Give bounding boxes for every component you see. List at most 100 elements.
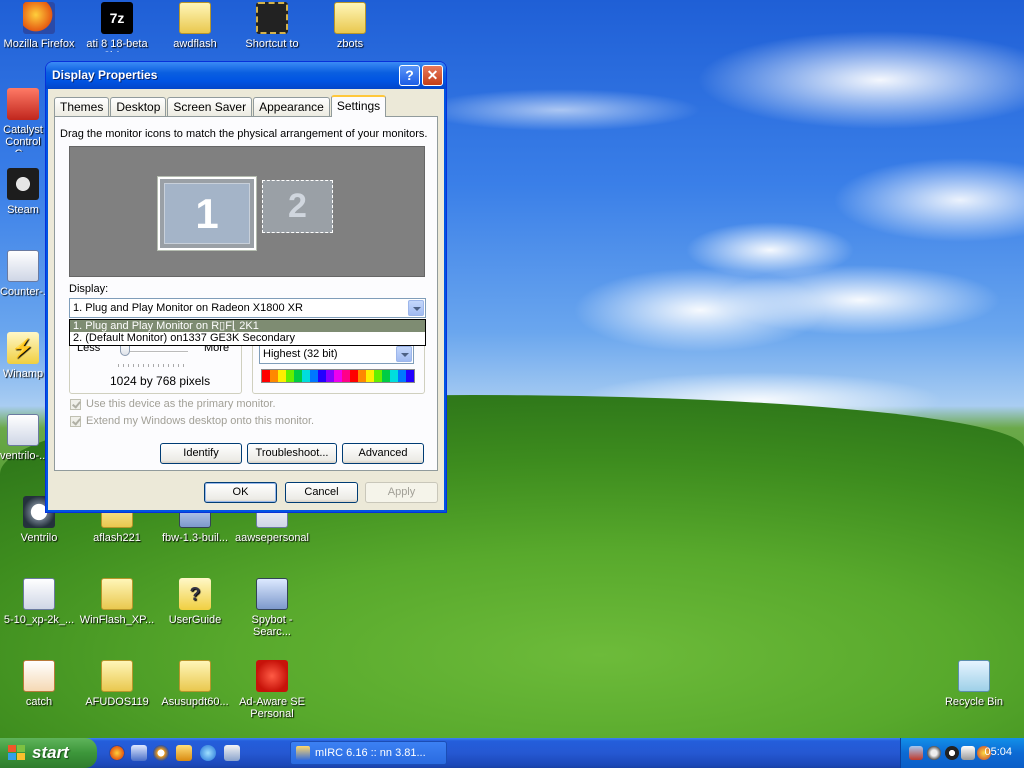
desktop-icon-firefox[interactable]: Mozilla Firefox: [0, 2, 78, 50]
icon-label: Ad-Aware SE Personal: [239, 696, 305, 720]
desktop-icon-zbots[interactable]: zbots: [311, 2, 389, 50]
display-select-value: 1. Plug and Play Monitor on Radeon X1800…: [73, 302, 303, 314]
steam-icon: [7, 168, 39, 200]
dialog-title: Display Properties: [52, 68, 158, 82]
icon-label: fbw-1.3-buil...: [161, 532, 229, 544]
firefox-quicklaunch-icon[interactable]: [109, 745, 125, 761]
firefox-icon: [23, 2, 55, 34]
icon-label: catch: [25, 696, 53, 708]
desktop-icon-afudos[interactable]: AFUDOS119: [78, 660, 156, 708]
icon-label: Asusupdt60...: [161, 696, 229, 708]
advanced-button[interactable]: Advanced: [342, 443, 424, 464]
desktop-icon-winflash[interactable]: WinFlash_XP...: [78, 578, 156, 626]
display-dropdown-list[interactable]: 1. Plug and Play Monitor on R▯F⌊ 2K1 2. …: [69, 319, 426, 346]
recycle-bin-icon: [958, 660, 990, 692]
color-quality-select[interactable]: Highest (32 bit): [259, 344, 414, 364]
tab-settings[interactable]: Settings: [330, 95, 387, 117]
chip-icon: [256, 2, 288, 34]
7zip-archive-icon: 7z: [101, 2, 133, 34]
title-bar[interactable]: Display Properties ? ✕: [46, 62, 446, 89]
zip-folder-icon: [179, 2, 211, 34]
clock: 05:04: [984, 746, 1012, 758]
volume-icon[interactable]: [961, 746, 975, 760]
icon-label: ventrilo-...: [0, 450, 46, 462]
icon-label: aawsepersonal: [235, 532, 309, 544]
icon-label: AFUDOS119: [85, 696, 149, 708]
resolution-value: 1024 by 768 pixels: [110, 374, 211, 388]
extend-desktop-label: Extend my Windows desktop onto this moni…: [86, 415, 315, 427]
zip-folder-icon: [179, 660, 211, 692]
icon-label: Spybot - Searc...: [251, 614, 293, 638]
tab-appearance[interactable]: Appearance: [253, 97, 330, 117]
zip-folder-icon: [101, 578, 133, 610]
cancel-button[interactable]: Cancel: [285, 482, 358, 503]
desktop-icon-asusupdt[interactable]: Asusupdt60...: [156, 660, 234, 708]
tab-themes[interactable]: Themes: [54, 97, 110, 117]
installer-icon: [7, 414, 39, 446]
close-button[interactable]: ✕: [422, 65, 443, 86]
icon-label: Ventrilo: [20, 532, 58, 544]
winamp-quicklaunch-icon[interactable]: [176, 745, 192, 761]
network-icon[interactable]: [909, 746, 923, 760]
help-file-icon: ?: [179, 578, 211, 610]
desktop-icon-catch[interactable]: catch: [0, 660, 78, 708]
icon-label: Catalyst Control C...: [3, 124, 43, 152]
display-option-1[interactable]: 1. Plug and Play Monitor on R▯F⌊ 2K1: [70, 320, 425, 332]
primary-monitor-label: Use this device as the primary monitor.: [86, 398, 276, 410]
monitor-1[interactable]: 1: [157, 176, 257, 251]
ati-tray-icon[interactable]: [927, 746, 941, 760]
desktop-icon-catalyst[interactable]: Catalyst Control C...: [0, 88, 46, 152]
desktop-icon-spybot[interactable]: Spybot - Searc...: [233, 578, 311, 642]
display-properties-dialog: Display Properties ? ✕ Themes Desktop Sc…: [45, 61, 447, 513]
icon-label: Counter-...: [0, 286, 46, 298]
start-label: start: [32, 743, 69, 762]
desktop-icon-steam[interactable]: Steam: [0, 168, 46, 216]
monitor-arrangement-area[interactable]: 1 2: [69, 146, 425, 277]
show-desktop-icon[interactable]: [224, 745, 240, 761]
display-select[interactable]: 1. Plug and Play Monitor on Radeon X1800…: [69, 298, 426, 318]
help-button[interactable]: ?: [399, 65, 420, 86]
zip-folder-icon: [334, 2, 366, 34]
desktop-icon-ventrilo-installer[interactable]: ventrilo-...: [0, 414, 46, 462]
tab-desktop[interactable]: Desktop: [110, 97, 167, 117]
desktop-icon-recycle-bin[interactable]: Recycle Bin: [935, 660, 1013, 708]
desktop-icon-cpuz[interactable]: Shortcut to cpuz: [233, 2, 311, 52]
identify-button[interactable]: Identify: [160, 443, 242, 464]
steam-tray-icon[interactable]: [945, 746, 959, 760]
ie-quicklaunch-icon[interactable]: [131, 745, 147, 761]
browser-quicklaunch-icon[interactable]: [200, 745, 216, 761]
extend-desktop-checkbox[interactable]: [70, 416, 81, 427]
desktop-icon-winamp[interactable]: ⚡ Winamp: [0, 332, 46, 380]
monitor-1-label: 1: [164, 183, 250, 244]
icon-label: Shortcut to cpuz: [245, 38, 299, 52]
color-quality-value: Highest (32 bit): [263, 348, 338, 360]
apply-button[interactable]: Apply: [365, 482, 438, 503]
primary-monitor-checkbox[interactable]: [70, 399, 81, 410]
desktop-icon-catalyst-pkg[interactable]: 5-10_xp-2k_...: [0, 578, 78, 626]
desktop-icon-counter-strike[interactable]: Counter-...: [0, 250, 46, 298]
icon-label: awdflash: [173, 38, 217, 50]
chevron-down-icon[interactable]: [396, 346, 412, 362]
troubleshoot-button[interactable]: Troubleshoot...: [247, 443, 337, 464]
media-player-quicklaunch-icon[interactable]: [153, 745, 169, 761]
display-label: Display:: [69, 283, 109, 295]
color-spectrum-bar: [261, 369, 415, 383]
icon-label: Winamp: [2, 368, 44, 380]
icon-label: aflash221: [93, 532, 141, 544]
taskbar-button-mirc[interactable]: mIRC 6.16 :: nn 3.81...: [290, 741, 447, 765]
desktop-icon-userguide[interactable]: ? UserGuide: [156, 578, 234, 626]
start-button[interactable]: start: [0, 738, 97, 768]
monitor-2[interactable]: 2: [262, 180, 333, 233]
resolution-slider-track[interactable]: [120, 351, 188, 353]
chevron-down-icon[interactable]: [408, 300, 424, 316]
instruction-text: Drag the monitor icons to match the phys…: [60, 128, 428, 140]
document-icon: [23, 660, 55, 692]
desktop-icon-ati[interactable]: 7z ati 8 18-beta 2k/xp: [78, 2, 156, 52]
desktop-icon-adaware[interactable]: Ad-Aware SE Personal: [233, 660, 311, 724]
taskbar: start mIRC 6.16 :: nn 3.81... 05:04: [0, 738, 1024, 768]
desktop-icon-awdflash[interactable]: awdflash: [156, 2, 234, 50]
display-option-2[interactable]: 2. (Default Monitor) on1337 GE3K Seconda…: [70, 332, 425, 344]
ok-button[interactable]: OK: [204, 482, 277, 503]
icon-label: 5-10_xp-2k_...: [3, 614, 75, 626]
tab-screen-saver[interactable]: Screen Saver: [167, 97, 253, 117]
